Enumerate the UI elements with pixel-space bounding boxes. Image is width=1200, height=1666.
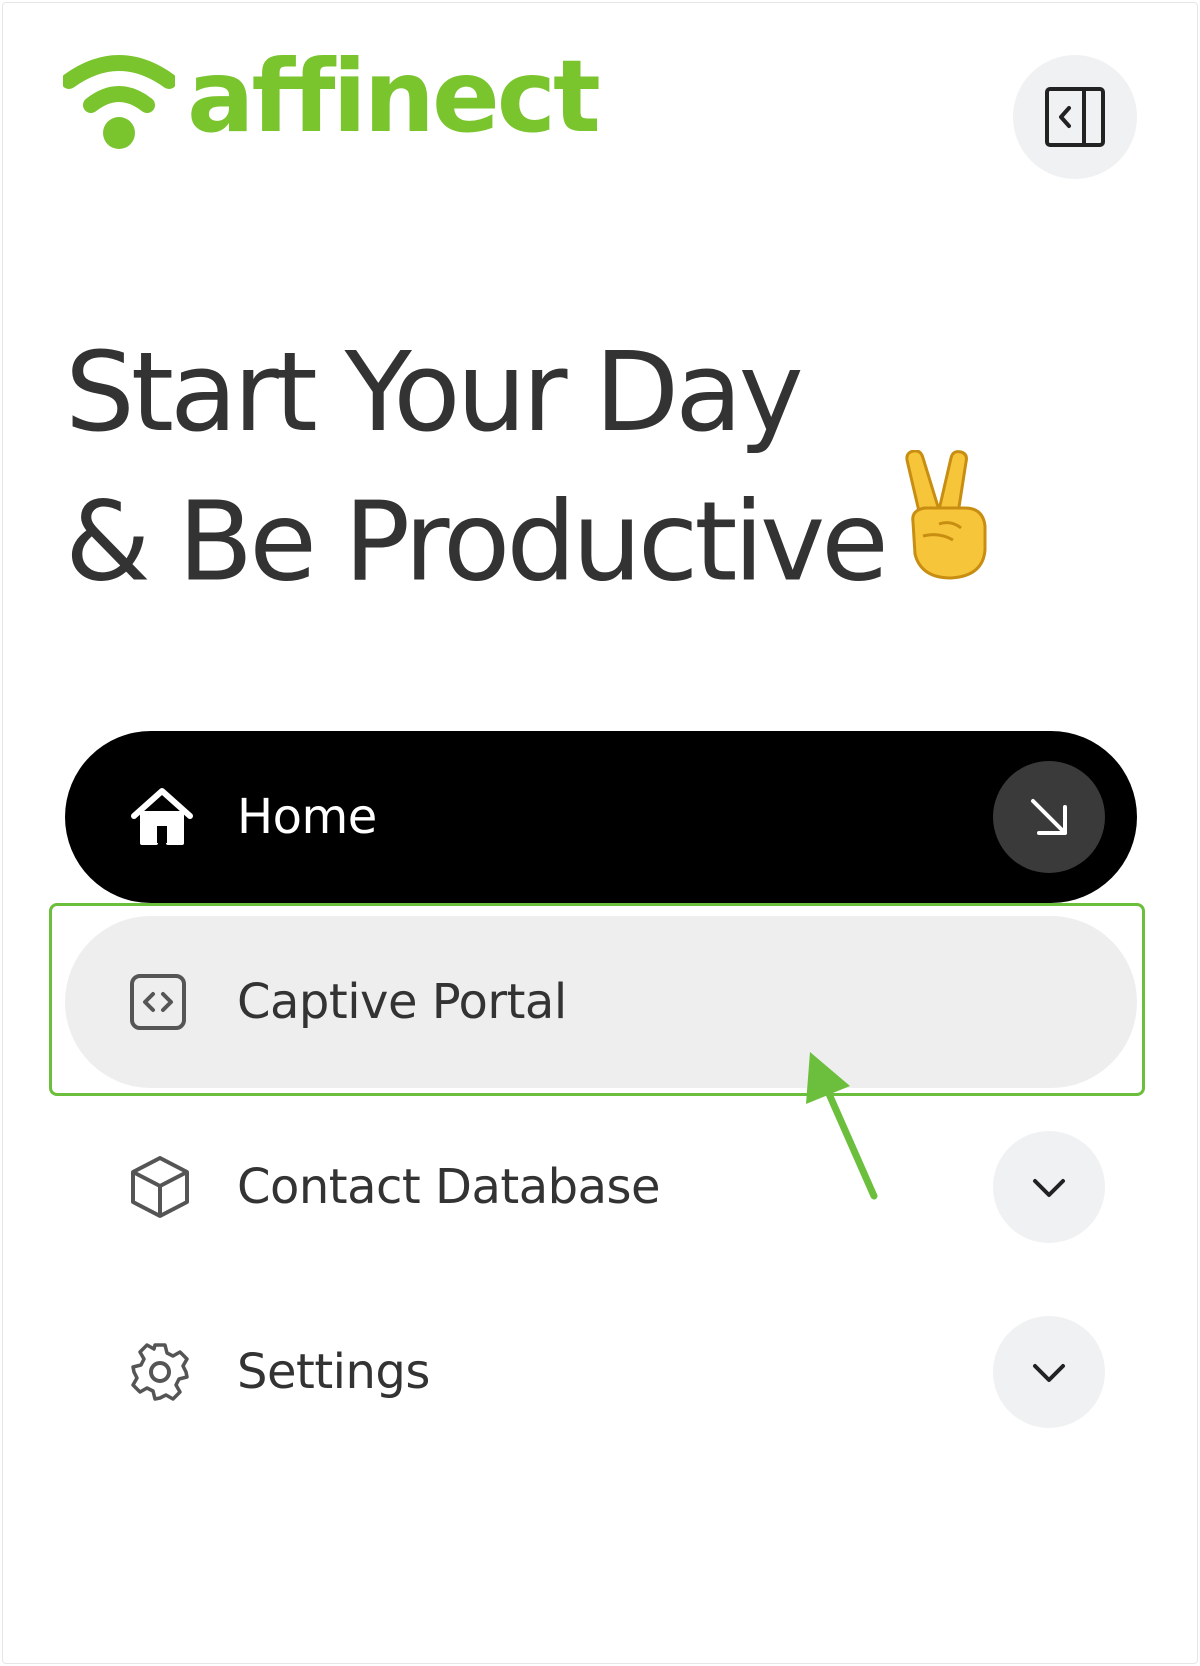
victory-hand-emoji [899, 449, 995, 616]
greeting-heading: Start Your Day & Be Productive [65, 318, 995, 632]
open-home-button[interactable] [993, 761, 1105, 873]
sidebar-panel: affinect Start Your Day & Be Productive [2, 2, 1198, 1664]
gear-icon [129, 1341, 191, 1403]
sidebar-item-label: Captive Portal [237, 974, 567, 1030]
chevron-down-icon [1033, 1364, 1065, 1382]
sidebar-item-contact-database[interactable]: Contact Database [65, 1101, 1137, 1273]
greeting-line-2-wrap: & Be Productive [65, 449, 995, 632]
sidebar-item-settings[interactable]: Settings [65, 1286, 1137, 1458]
brand-name: affinect [187, 38, 601, 155]
arrow-down-right-icon [1031, 799, 1067, 835]
greeting-line-1: Start Your Day [65, 328, 804, 456]
wifi-logo-icon [63, 55, 175, 149]
sidebar-item-label: Contact Database [237, 1159, 661, 1215]
expand-contact-database-button[interactable] [993, 1131, 1105, 1243]
expand-settings-button[interactable] [993, 1316, 1105, 1428]
greeting-line-2: & Be Productive [65, 477, 889, 606]
sidebar-item-home[interactable]: Home [65, 731, 1137, 903]
collapse-sidebar-button[interactable] [1013, 55, 1137, 179]
home-icon [129, 786, 195, 848]
sidebar-collapse-icon [1045, 87, 1105, 147]
sidebar-item-label: Settings [237, 1344, 430, 1400]
sidebar-item-captive-portal[interactable]: Captive Portal [65, 916, 1137, 1088]
chevron-down-icon [1033, 1179, 1065, 1197]
sidebar-item-label: Home [237, 789, 377, 845]
brand-logo[interactable]: affinect [63, 47, 601, 153]
code-icon [129, 973, 187, 1031]
cube-icon [129, 1155, 191, 1219]
